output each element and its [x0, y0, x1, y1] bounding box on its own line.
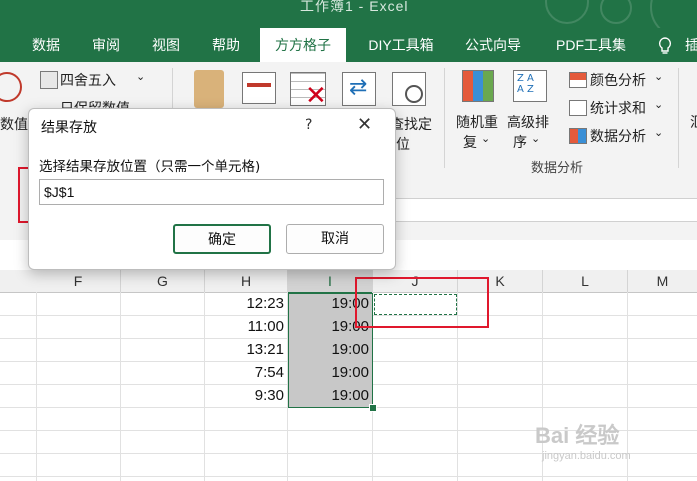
- summary-button-partial[interactable]: 汇: [690, 112, 697, 132]
- color-analysis-dropdown-icon[interactable]: ⌄: [654, 70, 663, 83]
- cell-i1[interactable]: 19:00: [288, 292, 372, 315]
- round-button[interactable]: 四舍五入: [60, 70, 116, 90]
- cell-i3[interactable]: 19:00: [288, 338, 372, 361]
- column-header-l[interactable]: L: [543, 270, 628, 293]
- dialog-prompt: 选择结果存放位置（只需一个单元格): [39, 159, 261, 175]
- tab-data[interactable]: 数据: [22, 28, 70, 62]
- random-dropdown-icon[interactable]: ⌄: [481, 132, 490, 145]
- title-bar: 工作簿1 - Excel: [0, 0, 697, 39]
- ribbon-divider: [444, 68, 445, 168]
- column-header-g[interactable]: G: [121, 270, 205, 293]
- random-repeat-button-2[interactable]: 复: [463, 132, 477, 152]
- delete-grid-icon[interactable]: ✕: [290, 72, 327, 109]
- column-header-f[interactable]: F: [36, 270, 121, 293]
- ribbon-divider: [678, 68, 679, 168]
- sort-dropdown-icon[interactable]: ⌄: [531, 132, 540, 145]
- watermark-logo: Bai 经验: [535, 423, 620, 448]
- delete-rows-icon[interactable]: [242, 72, 276, 104]
- color-analysis-button[interactable]: 颜色分析: [590, 70, 646, 90]
- cell-h2[interactable]: 11:00: [205, 315, 287, 338]
- advanced-sort-icon[interactable]: Z AA Z: [513, 70, 547, 102]
- tab-review[interactable]: 审阅: [82, 28, 130, 62]
- title-decoration: [600, 0, 632, 24]
- column-header-i[interactable]: I: [288, 270, 373, 294]
- lightbulb-icon[interactable]: [654, 28, 676, 62]
- grid-line: [36, 292, 37, 481]
- column-header-m[interactable]: M: [628, 270, 697, 293]
- cell-i5[interactable]: 19:00: [288, 384, 372, 407]
- grid-line: [120, 292, 121, 481]
- random-repeat-icon[interactable]: [462, 70, 494, 102]
- advanced-sort-button-2[interactable]: 序: [513, 132, 527, 152]
- ribbon-group-label: 数据分析: [531, 160, 584, 175]
- title-decoration: [545, 0, 589, 24]
- result-location-input[interactable]: $J$1: [39, 179, 384, 205]
- close-icon[interactable]: ✕: [357, 114, 372, 135]
- find-locate-label[interactable]: 查找定: [390, 114, 432, 134]
- cell-i4[interactable]: 19:00: [288, 361, 372, 384]
- ribbon-numeric-label[interactable]: 数值: [0, 114, 28, 134]
- number-format-icon[interactable]: [0, 72, 22, 102]
- find-locate-label-2[interactable]: 位: [396, 134, 410, 154]
- data-analysis-icon: [569, 128, 587, 144]
- watermark-url: jingyan.baidu.com: [542, 450, 631, 462]
- data-analysis-button[interactable]: 数据分析: [590, 126, 646, 146]
- tab-pdf-tools[interactable]: PDF工具集: [546, 28, 636, 62]
- cell-h5[interactable]: 9:30: [205, 384, 287, 407]
- random-repeat-button[interactable]: 随机重: [456, 112, 498, 132]
- cell-h1[interactable]: 12:23: [205, 292, 287, 315]
- dialog-title: 结果存放: [41, 120, 97, 136]
- column-header-j[interactable]: J: [373, 270, 458, 293]
- help-icon[interactable]: ?: [305, 117, 312, 133]
- tab-insert-partial[interactable]: 插: [682, 28, 697, 62]
- ok-button[interactable]: 确定: [173, 224, 271, 254]
- cell-h4[interactable]: 7:54: [205, 361, 287, 384]
- stat-sum-icon: [569, 100, 587, 116]
- tab-fangfang[interactable]: 方方格子: [260, 28, 346, 62]
- column-header-k[interactable]: K: [458, 270, 543, 293]
- result-location-dialog: 结果存放 ? ✕ 选择结果存放位置（只需一个单元格) $J$1 确定 取消: [28, 108, 396, 270]
- advanced-sort-button[interactable]: 高级排: [507, 112, 549, 132]
- grid-line: [457, 292, 458, 481]
- stat-sum-button[interactable]: 统计求和: [590, 98, 646, 118]
- round-icon: [40, 71, 58, 89]
- tab-help[interactable]: 帮助: [202, 28, 250, 62]
- round-dropdown-icon[interactable]: ⌄: [136, 70, 145, 83]
- color-analysis-icon: [569, 72, 587, 88]
- copy-marquee-j1: [374, 294, 457, 315]
- row-header-corner: [0, 270, 37, 293]
- find-locate-icon[interactable]: [392, 72, 426, 106]
- paste-icon[interactable]: [194, 70, 224, 108]
- cell-h3[interactable]: 13:21: [205, 338, 287, 361]
- window-title: 工作簿1 - Excel: [300, 0, 409, 14]
- tab-view[interactable]: 视图: [142, 28, 190, 62]
- swap-icon[interactable]: ⇄: [342, 72, 376, 106]
- ribbon-tabs: 数据 审阅 视图 帮助 方方格子 DIY工具箱 公式向导 PDF工具集 插: [0, 28, 697, 62]
- stat-sum-dropdown-icon[interactable]: ⌄: [654, 98, 663, 111]
- data-analysis-dropdown-icon[interactable]: ⌄: [654, 126, 663, 139]
- tab-formula-wizard[interactable]: 公式向导: [456, 28, 530, 62]
- cell-i2[interactable]: 19:00: [288, 315, 372, 338]
- formula-input[interactable]: [395, 198, 697, 222]
- column-header-h[interactable]: H: [205, 270, 288, 293]
- tab-diy-toolbox[interactable]: DIY工具箱: [356, 28, 446, 62]
- cancel-button[interactable]: 取消: [286, 224, 384, 254]
